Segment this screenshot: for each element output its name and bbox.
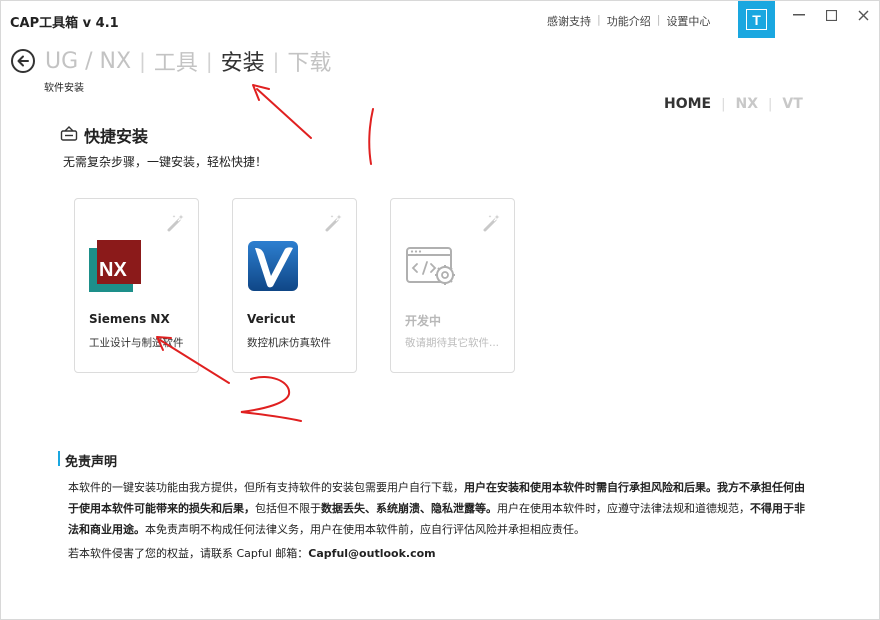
disclaimer-accent-bar xyxy=(58,451,60,466)
quick-install-description: 无需复杂步骤，一键安装，轻松快捷！ xyxy=(63,155,268,169)
link-separator: | xyxy=(597,13,601,26)
minimize-button[interactable] xyxy=(786,5,812,25)
card-name: Vericut xyxy=(247,312,296,326)
mini-nav-home[interactable]: HOME xyxy=(664,96,711,112)
maximize-button[interactable] xyxy=(818,5,844,25)
magic-wand-icon xyxy=(483,214,500,232)
arrow-left-icon xyxy=(17,55,29,67)
crumb-download[interactable]: 下载 xyxy=(287,45,331,77)
link-separator: | xyxy=(656,13,661,26)
top-links: 感谢支持 | 功能介绍 | 设置中心 xyxy=(547,13,710,29)
magic-wand-icon xyxy=(325,214,342,232)
crumb-separator: | xyxy=(205,49,213,73)
crumb-ugnx[interactable]: UG / NX xyxy=(45,49,131,74)
card-name: Siemens NX xyxy=(89,312,170,326)
card-info: 数控机床仿真软件 xyxy=(247,337,331,349)
t-icon: T xyxy=(746,9,767,30)
disclaimer-part: 包括但不限于 xyxy=(255,502,321,515)
quick-install-title: 快捷安装 xyxy=(84,127,149,146)
back-button[interactable] xyxy=(11,49,35,73)
theme-badge-button[interactable]: T xyxy=(738,1,775,38)
annotation-number-2 xyxy=(240,375,302,422)
mini-nav-separator: | xyxy=(768,96,773,112)
mini-nav-vt[interactable]: VT xyxy=(782,96,802,112)
crumb-separator: | xyxy=(139,49,146,73)
close-button[interactable] xyxy=(850,5,876,25)
crumb-install[interactable]: 安装 xyxy=(221,45,265,77)
card-siemens-nx[interactable]: NX Siemens NX 工业设计与制造软件 xyxy=(74,198,199,373)
annotation-arrow-1 xyxy=(256,88,312,139)
card-vericut[interactable]: Vericut 数控机床仿真软件 xyxy=(232,198,357,373)
contact-line: 若本软件侵害了您的权益，请联系 Capful 邮箱：Capful@outlook… xyxy=(68,545,436,561)
disclaimer-title: 免责声明 xyxy=(65,455,118,470)
code-settings-icon xyxy=(406,247,455,285)
annotation-stroke-1 xyxy=(368,108,374,165)
title-bar: CAP工具箱 v 4.1 感谢支持 | 功能介绍 | 设置中心 T xyxy=(1,1,880,39)
app-window: CAP工具箱 v 4.1 感谢支持 | 功能介绍 | 设置中心 T UG / N… xyxy=(0,0,880,620)
minimize-icon xyxy=(793,14,805,16)
contact-email-link[interactable]: Capful@outlook.com xyxy=(308,547,435,560)
disclaimer-text: 本软件的一键安装功能由我方提供，但所有支持软件的安装包需要用户自行下载，用户在安… xyxy=(68,477,808,540)
feature-intro-link[interactable]: 功能介绍 xyxy=(607,13,651,29)
settings-center-link[interactable]: 设置中心 xyxy=(666,13,710,29)
package-install-icon xyxy=(60,126,78,141)
thanks-support-link[interactable]: 感谢支持 xyxy=(547,13,591,29)
mini-nav: HOME | NX | VT xyxy=(664,96,803,112)
disclaimer-part: 用户在使用本软件时，应遵守法律法规和道德规范， xyxy=(497,502,750,515)
card-in-development: 开发中 敬请期待其它软件... xyxy=(390,198,515,373)
card-info: 敬请期待其它软件... xyxy=(405,337,500,349)
siemens-nx-logo-icon: NX xyxy=(89,240,141,292)
nx-logo-text: NX xyxy=(99,259,127,281)
page-subtitle: 软件安装 xyxy=(44,83,84,94)
breadcrumb: UG / NX | 工具 | 安装 | 下载 xyxy=(45,45,331,77)
card-info: 工业设计与制造软件 xyxy=(89,337,184,349)
close-icon xyxy=(858,10,868,20)
app-title: CAP工具箱 v 4.1 xyxy=(10,16,119,31)
crumb-separator: | xyxy=(272,49,280,73)
disclaimer-part: 本免责声明不构成任何法律义务，用户在使用本软件前，应自行评估风险并承担相应责任。 xyxy=(145,523,585,536)
disclaimer-part: 本软件的一键安装功能由我方提供，但所有支持软件的安装包需要用户自行下载， xyxy=(68,481,464,494)
disclaimer-bold: 数据丢失、系统崩溃、隐私泄露等。 xyxy=(321,502,497,515)
mini-nav-nx[interactable]: NX xyxy=(736,96,759,112)
crumb-tools[interactable]: 工具 xyxy=(154,45,198,77)
mini-nav-separator: | xyxy=(721,96,726,112)
maximize-icon xyxy=(825,9,837,21)
magic-wand-icon xyxy=(167,214,184,232)
card-name: 开发中 xyxy=(405,314,442,328)
contact-prefix: 若本软件侵害了您的权益，请联系 Capful 邮箱： xyxy=(68,547,309,560)
vericut-logo-icon xyxy=(248,241,298,291)
